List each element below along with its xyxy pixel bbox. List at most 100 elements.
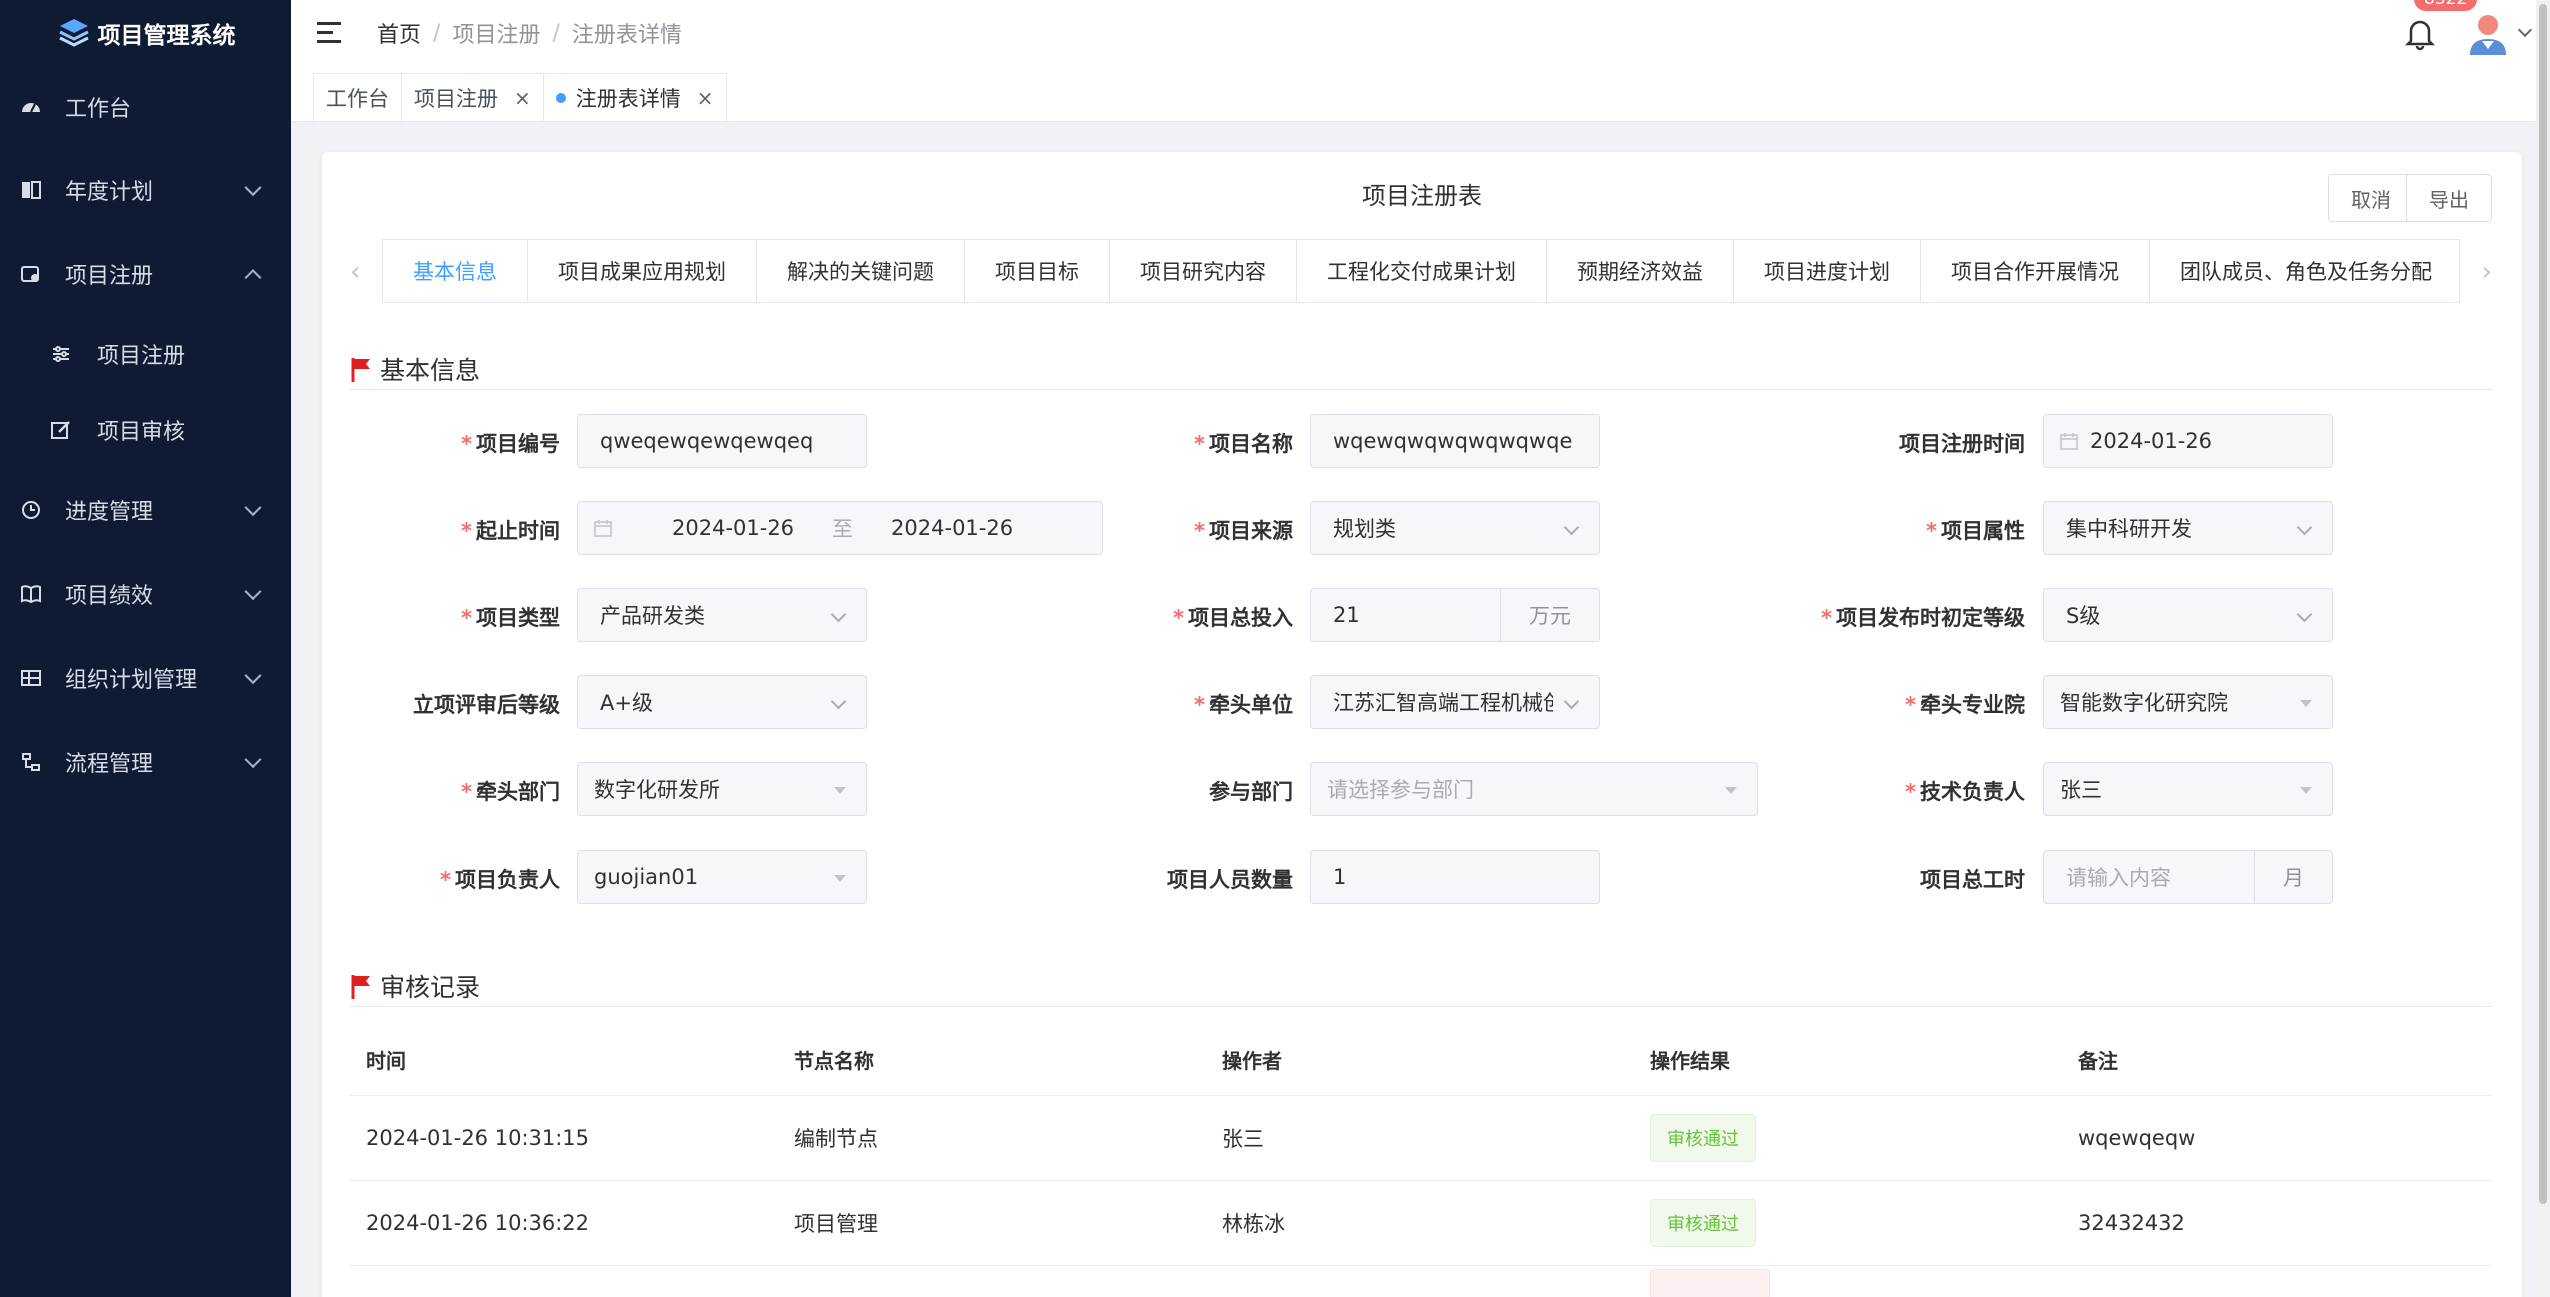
section-title: 审核记录 (380, 972, 481, 1002)
chevron-down-icon[interactable] (2517, 22, 2533, 38)
sidebar-item-workbench[interactable]: 工作台 (0, 66, 291, 148)
sidebar-item-label: 项目绩效 (65, 584, 154, 609)
breadcrumb-home[interactable]: 首页 (377, 17, 421, 49)
tag-label: 工作台 (326, 86, 389, 111)
sidebar-item-label: 组织计划管理 (65, 668, 198, 693)
sidebar-subitem-project-register[interactable]: 项目注册 (0, 316, 291, 392)
tag-label: 项目注册 (414, 86, 498, 111)
avatar[interactable] (2464, 9, 2512, 57)
app-logo[interactable]: 项目管理系统 (0, 0, 291, 66)
tab-outcome-plan[interactable]: 项目成果应用规划 (528, 240, 757, 302)
breadcrumb-project-register[interactable]: 项目注册 (452, 17, 540, 49)
sidebar-subitem-project-audit[interactable]: 项目审核 (0, 392, 291, 468)
flag-icon (351, 357, 370, 382)
export-button[interactable]: 导出 (2406, 174, 2492, 222)
status-badge-partial (1650, 1268, 1770, 1297)
chevron-down-icon (2296, 606, 2313, 623)
tab-cooperation[interactable]: 项目合作开展情况 (1921, 240, 2150, 302)
tab-basic-info[interactable]: 基本信息 (383, 240, 528, 302)
total-hours-input[interactable]: 请输入内容 月 (2043, 850, 2333, 904)
cell-node: 项目管理 (794, 1212, 878, 1236)
active-dot-icon (555, 92, 566, 103)
page-title: 项目注册表 (1362, 182, 1482, 210)
notification-bell[interactable]: 8322 (2402, 0, 2480, 51)
table-row: 2024-01-26 10:31:15 编制节点 张三 审核通过 wqewqeq… (350, 1096, 2492, 1181)
table-header: 时间 节点名称 操作者 操作结果 备注 (350, 1024, 2492, 1096)
release-level-select[interactable]: S级 (2043, 588, 2333, 642)
field-label: * 项目发布时初定等级 (1821, 606, 2025, 630)
sidebar-item-performance[interactable]: 项目绩效 (0, 552, 291, 636)
page-scrollbar[interactable] (2536, 0, 2550, 1297)
chevron-down-icon (244, 179, 262, 197)
cell-note: wqewqeqw (2078, 1126, 2196, 1150)
caret-down-icon (2300, 787, 2312, 800)
tab-project-goals[interactable]: 项目目标 (965, 240, 1110, 302)
book-icon (20, 179, 42, 201)
section-audit-records: 审核记录 (350, 965, 2492, 1007)
chevron-right-icon[interactable]: › (2482, 257, 2492, 287)
tag-project-register[interactable]: 项目注册 × (401, 73, 544, 121)
tag-label: 注册表详情 (575, 86, 681, 111)
sidebar-item-progress[interactable]: 进度管理 (0, 468, 291, 552)
cell-time: 2024-01-26 10:36:22 (366, 1211, 590, 1235)
cell-time: 2024-01-26 10:31:15 (366, 1126, 590, 1150)
status-badge: 审核通过 (1650, 1199, 1756, 1247)
column-header: 操作者 (1222, 1049, 1282, 1073)
sidebar-item-org-plan[interactable]: 组织计划管理 (0, 636, 291, 720)
field-label: 项目注册时间 (1899, 432, 2025, 456)
table-row-partial (350, 1266, 2492, 1297)
breadcrumb-separator: / (552, 20, 560, 46)
sidebar-item-flow[interactable]: 流程管理 (0, 720, 291, 804)
edit-icon (50, 419, 72, 441)
tag-register-detail[interactable]: 注册表详情 × (542, 73, 727, 121)
lead-institute-select[interactable]: 智能数字化研究院 (2043, 675, 2333, 729)
tab-key-problems[interactable]: 解决的关键问题 (757, 240, 965, 302)
attribute-select[interactable]: 集中科研开发 (2043, 501, 2333, 555)
unit-suffix: 月 (2254, 851, 2332, 903)
field-label: * 牵头专业院 (1905, 693, 2025, 717)
menu-toggle-icon[interactable] (317, 21, 343, 45)
table-row: 2024-01-26 10:36:22 项目管理 林栋冰 审核通过 324324… (350, 1181, 2492, 1266)
top-header: 首页 / 项目注册 / 注册表详情 8322 (291, 0, 2550, 66)
tab-economic-benefit[interactable]: 预期经济效益 (1547, 240, 1734, 302)
tab-research-content[interactable]: 项目研究内容 (1110, 240, 1297, 302)
chevron-down-icon (244, 751, 262, 769)
cancel-button[interactable]: 取消 (2328, 174, 2414, 222)
status-badge: 审核通过 (1650, 1114, 1756, 1162)
chevron-up-icon (244, 269, 262, 287)
user-avatar-icon (2470, 15, 2506, 55)
app-title: 项目管理系统 (97, 23, 236, 49)
tab-schedule-plan[interactable]: 项目进度计划 (1734, 240, 1921, 302)
scrollbar-thumb[interactable] (2539, 4, 2547, 1204)
breadcrumb-separator: / (433, 20, 441, 46)
field-label: * 项目属性 (1926, 519, 2025, 543)
cell-result: 审核通过 (1634, 1199, 2062, 1247)
tab-delivery-plan[interactable]: 工程化交付成果计划 (1297, 240, 1547, 302)
chevron-left-icon[interactable]: ‹ (350, 257, 360, 287)
field-label: 项目总工时 (1920, 868, 2025, 892)
chevron-down-icon (2296, 519, 2313, 536)
sidebar: 项目管理系统 工作台 年度计划 项目注册 项目注册 项目审核 进度管理 项目绩效… (0, 0, 291, 1297)
cell-node: 编制节点 (794, 1127, 878, 1151)
close-icon[interactable]: × (514, 86, 531, 110)
tech-lead-select[interactable]: 张三 (2043, 762, 2333, 816)
tab-team-members[interactable]: 团队成员、角色及任务分配 (2150, 240, 2459, 302)
grid-icon (20, 667, 42, 689)
chevron-down-icon (244, 583, 262, 601)
bell-icon (2404, 20, 2436, 51)
caret-down-icon (2300, 700, 2312, 713)
tag-workbench[interactable]: 工作台 (313, 73, 402, 121)
flag-icon (351, 974, 370, 999)
section-title: 基本信息 (380, 355, 481, 385)
sidebar-item-project-register[interactable]: 项目注册 (0, 232, 291, 316)
column-header: 节点名称 (794, 1049, 874, 1073)
flow-icon (20, 751, 42, 773)
cell-result: 审核通过 (1634, 1114, 2062, 1162)
close-icon[interactable]: × (697, 86, 714, 110)
register-form-card: 项目注册表 取消 导出 ‹ 基本信息 项目成果应用规划 解决的关键问题 项目目标… (322, 152, 2522, 1297)
audit-table: 时间 节点名称 操作者 操作结果 备注 2024-01-26 10:31:15 … (350, 1024, 2492, 1297)
register-icon (20, 263, 42, 285)
register-time-picker[interactable]: 2024-01-26 (2043, 414, 2333, 468)
sidebar-item-annual-plan[interactable]: 年度计划 (0, 148, 291, 232)
sidebar-item-label: 流程管理 (65, 752, 154, 777)
